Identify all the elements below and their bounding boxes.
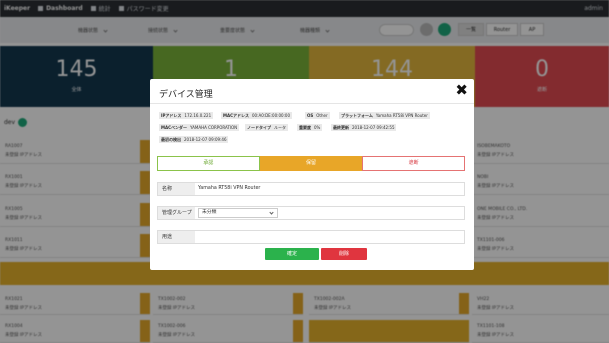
info-os: OS Other xyxy=(305,112,330,119)
info-value: 00:A0:DE:00:00:00 xyxy=(252,113,291,118)
memo-field: 用途 xyxy=(157,230,465,244)
group-field: 管理グループ 未分類 xyxy=(157,206,465,220)
delete-button[interactable]: 削除 xyxy=(321,248,367,260)
name-field: 名称 Yamaha RT58i VPN Router xyxy=(157,182,465,196)
info-node-type: ノードタイプ ルータ xyxy=(245,124,288,131)
info-vendor: MACベンダー YAMAHA CORPORATION xyxy=(159,124,240,131)
hold-button[interactable]: 保留 xyxy=(259,156,363,171)
group-select[interactable]: 未分類 xyxy=(198,208,278,218)
info-key: IPアドレス xyxy=(161,113,182,118)
info-value: Other xyxy=(316,113,328,118)
name-label: 名称 xyxy=(158,183,195,195)
info-value: 0% xyxy=(314,125,321,130)
device-info: IPアドレス 172.16.0.221 MACアドレス 00:A0:DE:00:00… xyxy=(159,112,465,153)
modal-title: デバイス管理 xyxy=(159,90,213,100)
block-button[interactable]: 遮断 xyxy=(362,156,466,171)
info-first-seen: 最初の検出 2018-12-07 09:09:46 xyxy=(159,136,229,143)
status-segmented-control: 承認 保留 遮断 xyxy=(157,156,466,171)
info-key: 最終更新 xyxy=(333,125,349,130)
info-value: YAMAHA CORPORATION xyxy=(190,125,238,130)
info-mac: MACアドレス 00:A0:DE:00:00:00 xyxy=(221,112,293,119)
info-value: 2018-12-07 09:42:55 xyxy=(352,125,395,130)
info-key: 最初の検出 xyxy=(161,137,181,142)
memo-label: 用途 xyxy=(158,231,195,243)
info-key: プラットフォーム xyxy=(341,113,373,118)
info-key: MACベンダー xyxy=(161,125,188,130)
info-key: OS xyxy=(307,113,314,118)
chevron-down-icon xyxy=(269,210,274,215)
approve-button[interactable]: 承認 xyxy=(157,156,260,171)
info-key: MACアドレス xyxy=(223,113,250,118)
group-select-value: 未分類 xyxy=(202,210,217,215)
confirm-button[interactable]: 確定 xyxy=(265,248,319,260)
info-value: 2018-12-07 09:09:46 xyxy=(184,137,227,142)
info-value: 172.16.0.221 xyxy=(184,113,212,118)
modal-divider xyxy=(150,103,474,104)
info-importance: 重要度 0% xyxy=(297,124,323,131)
close-icon[interactable]: ✖ xyxy=(455,81,468,99)
info-ip: IPアドレス 172.16.0.221 xyxy=(159,112,214,119)
name-input[interactable]: Yamaha RT58i VPN Router xyxy=(198,183,260,195)
group-label: 管理グループ xyxy=(158,207,195,219)
info-key: 重要度 xyxy=(299,125,311,130)
info-key: ノードタイプ xyxy=(247,125,271,130)
info-last-update: 最終更新 2018-12-07 09:42:55 xyxy=(331,124,397,131)
info-value: Yamaha RT58i VPN Router xyxy=(375,113,428,118)
device-management-modal: デバイス管理 ✖ IPアドレス 172.16.0.221 MACアドレス 00:A0… xyxy=(150,79,474,270)
info-value: ルータ xyxy=(274,125,286,130)
info-platform: プラットフォーム Yamaha RT58i VPN Router xyxy=(339,112,430,119)
